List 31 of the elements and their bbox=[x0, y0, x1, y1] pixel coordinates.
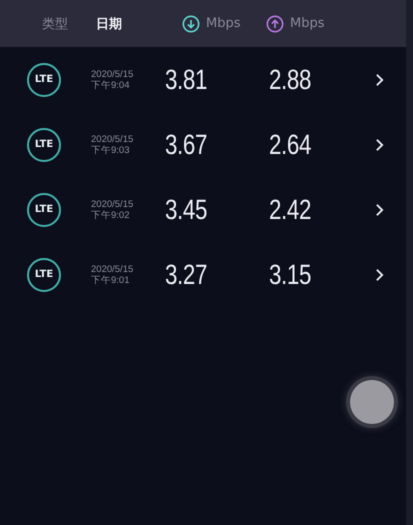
download-icon bbox=[182, 14, 200, 32]
column-header[interactable]: Mbps bbox=[162, 14, 266, 32]
time-text: 下午9:04 bbox=[91, 80, 130, 90]
chevron-right-icon[interactable] bbox=[375, 72, 384, 86]
network-type-badge: LTE bbox=[27, 192, 61, 226]
upload-speed: 2.42 bbox=[269, 194, 311, 226]
column-header[interactable]: 类型 bbox=[20, 14, 90, 32]
date-text: 2020/5/15 bbox=[91, 264, 134, 274]
floating-button[interactable] bbox=[350, 380, 394, 424]
download-speed: 3.81 bbox=[165, 64, 207, 96]
column-header[interactable]: Mbps bbox=[266, 14, 346, 32]
column-header[interactable]: 日期 bbox=[90, 14, 162, 32]
network-type-badge: LTE bbox=[27, 128, 61, 162]
upload-speed: 2.64 bbox=[269, 128, 311, 160]
date-text: 2020/5/15 bbox=[91, 134, 134, 144]
date-text: 2020/5/15 bbox=[91, 68, 134, 80]
network-type-badge: LTE bbox=[27, 62, 61, 96]
network-type-badge: LTE bbox=[27, 258, 61, 292]
upload-icon bbox=[266, 14, 284, 32]
time-text: 下午9:02 bbox=[91, 210, 130, 220]
download-speed: 3.67 bbox=[165, 128, 207, 160]
download-speed: 3.27 bbox=[165, 258, 207, 290]
chevron-right-icon[interactable] bbox=[375, 268, 384, 282]
upload-speed: 3.15 bbox=[269, 258, 311, 290]
download-speed: 3.45 bbox=[165, 194, 207, 226]
chevron-right-icon[interactable] bbox=[375, 202, 384, 216]
time-text: 下午9:03 bbox=[91, 144, 130, 156]
date-text: 2020/5/15 bbox=[91, 198, 134, 210]
time-text: 下午9:01 bbox=[91, 274, 130, 286]
upload-speed: 2.88 bbox=[269, 64, 311, 96]
chevron-right-icon[interactable] bbox=[375, 138, 384, 152]
